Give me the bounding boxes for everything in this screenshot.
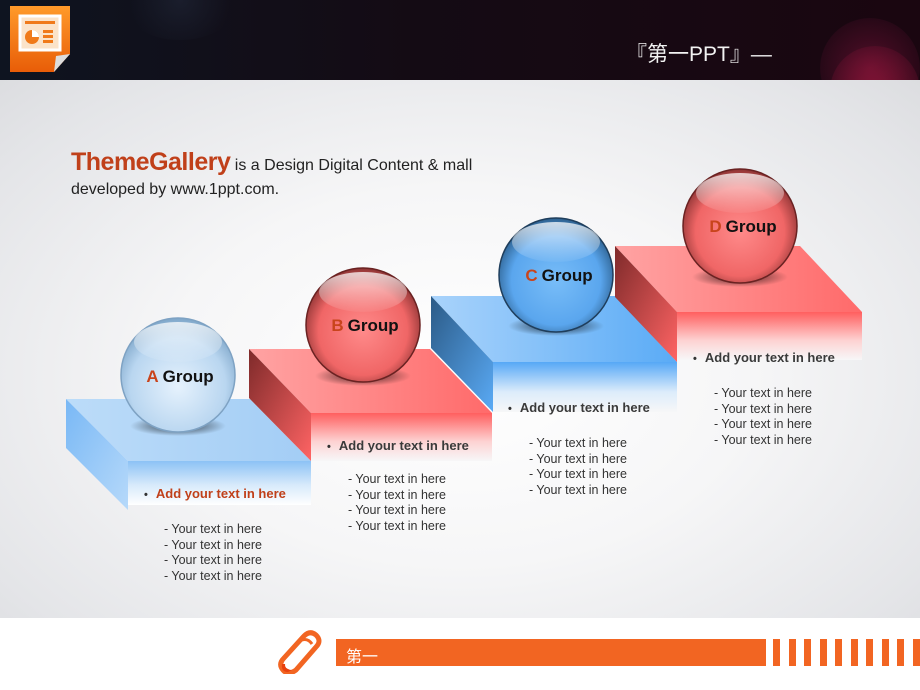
- list-item: - Your text in here: [348, 518, 446, 533]
- list-item: - Your text in here: [529, 436, 627, 450]
- list-item: - Your text in here: [714, 401, 812, 416]
- step-c-heading: • Add your text in here: [508, 400, 650, 415]
- group-letter: B: [331, 316, 344, 335]
- heading-text: Add your text in here: [704, 350, 835, 365]
- footer-label: 第一: [346, 649, 379, 666]
- group-name: Group: [541, 266, 593, 285]
- group-label-d: D Group: [709, 217, 776, 237]
- step-b-front: [311, 413, 492, 461]
- list-item: - Your text in here: [348, 487, 446, 502]
- list-item: - Your text in here: [714, 417, 812, 431]
- group-name: Group: [725, 217, 777, 236]
- footer-bar: [336, 639, 766, 666]
- footer-stripe: [881, 639, 889, 666]
- bullet-icon: •: [327, 441, 331, 453]
- step-d-items: - Your text in here - Your text in here …: [714, 386, 812, 448]
- group-label-c: C Group: [525, 266, 592, 286]
- footer-stripe: [835, 639, 842, 666]
- group-label-a: A Group: [146, 367, 213, 387]
- list-item: - Your text in here: [164, 522, 262, 536]
- step-c-items: - Your text in here - Your text in here …: [529, 436, 627, 498]
- footer-stripe: [804, 639, 811, 666]
- sphere-c-gloss: [512, 222, 600, 262]
- footer-stripe: [912, 639, 920, 666]
- group-letter: A: [146, 367, 159, 386]
- step-a-heading: • Add your text in here: [144, 486, 286, 501]
- list-item: - Your text in here: [348, 472, 446, 486]
- step-b-items: - Your text in here - Your text in here …: [348, 472, 446, 534]
- sphere-b-gloss: [319, 272, 407, 312]
- step-b-heading: • Add your text in here: [327, 438, 469, 453]
- heading-text: Add your text in here: [155, 486, 286, 501]
- heading-text: Add your text in here: [338, 438, 469, 453]
- group-name: Group: [162, 367, 214, 386]
- footer-stripe: [819, 639, 827, 666]
- sphere-d-gloss: [696, 173, 784, 213]
- bullet-icon: •: [693, 353, 697, 365]
- step-d-heading: • Add your text in here: [693, 350, 835, 365]
- footer-stripe: [850, 639, 858, 666]
- group-letter: D: [709, 217, 722, 236]
- step-a-items: - Your text in here - Your text in here …: [164, 522, 262, 584]
- list-item: - Your text in here: [164, 553, 262, 567]
- footer-stripe: [866, 639, 873, 666]
- footer-stripe: [788, 639, 796, 666]
- heading-text: Add your text in here: [519, 400, 650, 415]
- list-item: - Your text in here: [714, 432, 812, 447]
- list-item: - Your text in here: [529, 467, 627, 481]
- list-item: - Your text in here: [348, 503, 446, 517]
- list-item: - Your text in here: [164, 537, 262, 552]
- sphere-a-gloss: [134, 322, 222, 362]
- bullet-icon: •: [144, 489, 148, 501]
- list-item: - Your text in here: [529, 482, 627, 497]
- pencil-icon: [278, 630, 322, 674]
- list-item: - Your text in here: [529, 451, 627, 466]
- group-label-b: B Group: [331, 316, 398, 336]
- footer-stripe: [773, 639, 780, 666]
- bullet-icon: •: [508, 403, 512, 415]
- staircase-diagram: [66, 168, 862, 510]
- list-item: - Your text in here: [714, 386, 812, 400]
- group-letter: C: [525, 266, 538, 285]
- list-item: - Your text in here: [164, 568, 262, 583]
- group-name: Group: [347, 316, 399, 335]
- footer-stripe: [897, 639, 904, 666]
